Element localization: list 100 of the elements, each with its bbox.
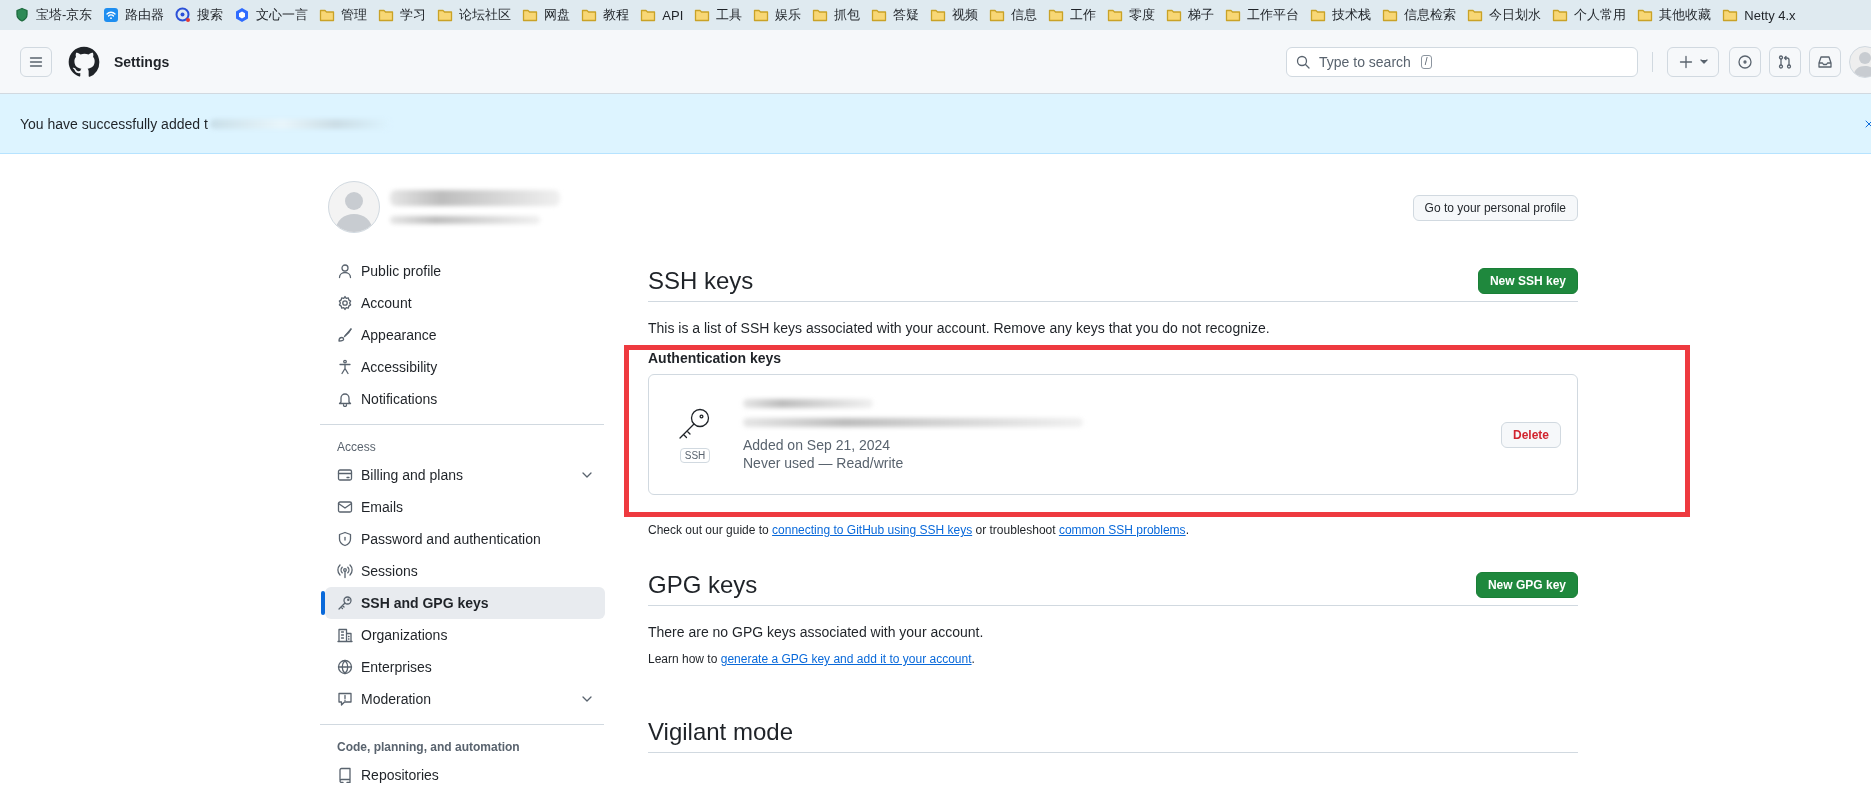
folder-icon — [812, 7, 829, 23]
folder-icon — [1225, 7, 1242, 23]
broadcast-icon — [337, 563, 353, 579]
key-icon — [337, 595, 353, 611]
sidebar-item[interactable]: Account — [325, 287, 605, 319]
troubleshoot-link[interactable]: common SSH problems — [1058, 523, 1186, 537]
folder-icon — [1166, 7, 1183, 23]
guide-link[interactable]: connecting to GitHub using SSH keys — [772, 523, 973, 537]
bookmark[interactable]: 梯子 — [1162, 3, 1219, 27]
bookmark[interactable]: 文心一言 — [230, 3, 313, 27]
search-field[interactable]: Type to search / — [1286, 46, 1638, 77]
menu-button[interactable] — [20, 46, 52, 77]
folder-icon — [1048, 7, 1065, 23]
caret-icon — [1700, 59, 1708, 64]
bookmark[interactable]: API — [636, 4, 688, 26]
inbox-icon — [1817, 53, 1833, 70]
bookmark[interactable]: 宝塔-京东 — [10, 3, 97, 27]
shield-icon — [337, 531, 353, 547]
bookmark[interactable]: 路由器 — [99, 3, 169, 27]
folder-icon — [694, 7, 711, 23]
accessibility-icon — [337, 359, 353, 375]
section-title: Vigilant mode — [648, 718, 793, 746]
plus-icon — [1678, 53, 1694, 70]
profile-button[interactable]: Go to your personal profile — [1412, 195, 1578, 221]
credit-card-icon — [337, 467, 353, 483]
bookmark[interactable]: 娱乐 — [749, 3, 806, 27]
repository-icon — [337, 767, 353, 783]
bookmark[interactable]: 信息 — [985, 3, 1042, 27]
folder-icon — [871, 7, 888, 23]
bookmark[interactable]: 论坛社区 — [433, 3, 516, 27]
person-icon — [337, 263, 353, 279]
mail-icon — [337, 499, 353, 515]
bookmark[interactable]: 工作 — [1044, 3, 1101, 27]
folder-icon — [1552, 7, 1569, 23]
sidebar-item[interactable]: Repositories — [325, 759, 605, 790]
folder-icon — [1722, 7, 1739, 23]
bookmark[interactable]: 工作平台 — [1221, 3, 1304, 27]
issues-button[interactable] — [1729, 46, 1761, 77]
bell-icon — [337, 391, 353, 407]
bookmark[interactable]: 工具 — [690, 3, 747, 27]
inbox-button[interactable] — [1809, 46, 1841, 77]
bookmark[interactable]: 个人常用 — [1548, 3, 1631, 27]
sidebar-item[interactable]: Organizations — [325, 619, 605, 651]
folder-icon — [319, 7, 336, 23]
section-title: GPG keys — [648, 571, 758, 599]
delete-button[interactable]: Delete — [1500, 421, 1561, 448]
new-gpg-key-button[interactable]: New GPG key — [1475, 572, 1578, 598]
sidebar-item[interactable]: Password and authentication — [325, 523, 605, 555]
bookmark[interactable]: 技术栈 — [1306, 3, 1376, 27]
folder-icon — [437, 7, 454, 23]
key-usage: Never used — Read/write — [743, 454, 905, 471]
section-title: SSH keys — [648, 267, 754, 295]
shortcut-key: / — [1420, 54, 1432, 69]
folder-icon — [989, 7, 1006, 23]
bookmark[interactable]: 答疑 — [867, 3, 924, 27]
sidebar-item[interactable]: Enterprises — [325, 651, 605, 683]
bookmark[interactable]: 抓包 — [808, 3, 865, 27]
sidebar-item[interactable]: Sessions — [325, 555, 605, 587]
sidebar-item[interactable]: Moderation — [325, 683, 605, 715]
paintbrush-icon — [337, 327, 353, 343]
folder-icon — [640, 7, 657, 23]
folder-icon — [753, 7, 770, 23]
sidebar-item[interactable]: Accessibility — [325, 351, 605, 383]
sidebar-item[interactable]: Public profile — [325, 255, 605, 287]
bookmark[interactable]: 信息检索 — [1378, 3, 1461, 27]
sidebar-item[interactable]: Billing and plans — [325, 459, 605, 491]
sidebar-item[interactable]: Appearance — [325, 319, 605, 351]
create-button[interactable] — [1667, 46, 1719, 77]
pull-requests-button[interactable] — [1769, 46, 1801, 77]
pull-request-icon — [1777, 53, 1793, 70]
folder-icon — [1637, 7, 1654, 23]
folder-icon — [1310, 7, 1327, 23]
folder-icon — [1107, 7, 1124, 23]
success-message: You have successfully added t — [20, 115, 208, 132]
bookmark[interactable]: 其他收藏 — [1633, 3, 1716, 27]
bookmark[interactable]: 视频 — [926, 3, 983, 27]
github-logo[interactable] — [68, 45, 100, 78]
new-ssh-key-button[interactable]: New SSH key — [1477, 268, 1578, 294]
bookmark[interactable]: Netty 4.x — [1718, 4, 1800, 26]
bookmark[interactable]: 今日划水 — [1463, 3, 1546, 27]
report-icon — [337, 691, 353, 707]
learn-text: Learn how to generate a GPG key and add it to your account. — [648, 652, 976, 666]
description-text: This is a list of SSH keys associated with your account. Remove any keys that you do not recognize. — [648, 320, 1271, 336]
gpg-guide-link[interactable]: generate a GPG key and add it to your account — [720, 652, 972, 666]
wifi-icon — [103, 7, 120, 23]
profile-avatar — [328, 181, 380, 233]
bookmark[interactable]: 零度 — [1103, 3, 1160, 27]
bookmark[interactable]: 搜索 — [171, 3, 228, 27]
sidebar-item[interactable]: Emails — [325, 491, 605, 523]
issue-icon — [1737, 53, 1753, 70]
folder-icon — [522, 7, 539, 23]
folder-icon — [1467, 7, 1484, 23]
sidebar-item[interactable]: Notifications — [325, 383, 605, 415]
bookmark[interactable]: 网盘 — [518, 3, 575, 27]
bookmark[interactable]: 管理 — [315, 3, 372, 27]
empty-state-text: There are no GPG keys associated with your account. — [648, 624, 985, 640]
bookmark[interactable]: 教程 — [577, 3, 634, 27]
bookmark[interactable]: 学习 — [374, 3, 431, 27]
cube-icon — [234, 7, 251, 23]
subsection-title: Authentication keys — [648, 350, 783, 366]
